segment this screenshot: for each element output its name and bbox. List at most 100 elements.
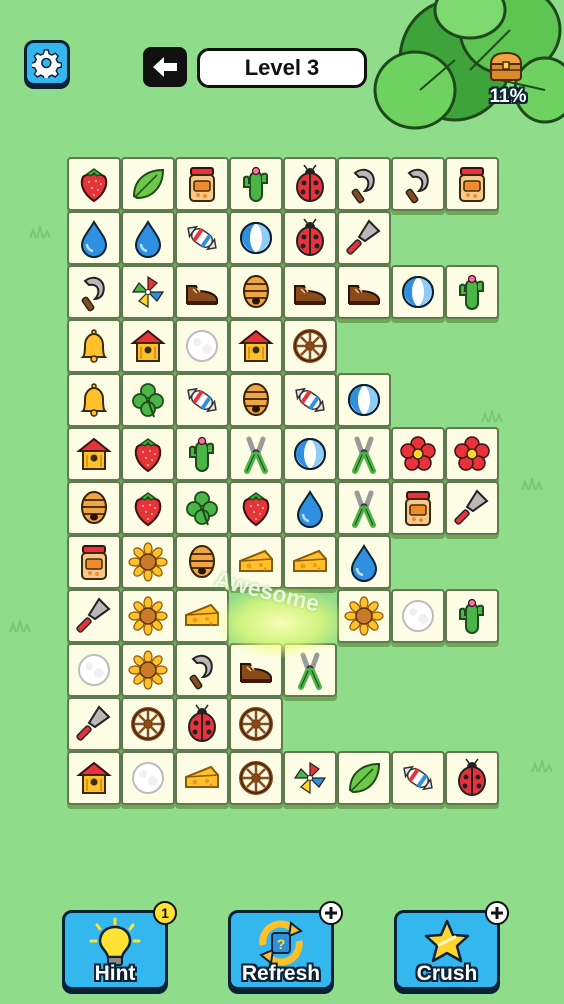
tile-beehive[interactable]	[229, 265, 283, 319]
beehive-icon	[80, 490, 108, 525]
tile-pliers[interactable]	[337, 481, 391, 535]
tile-shoe[interactable]	[229, 643, 283, 697]
tile-jar[interactable]	[67, 535, 121, 589]
tile-beach-ball[interactable]	[391, 265, 445, 319]
tile-wagon-wheel[interactable]	[121, 697, 175, 751]
beehive-icon	[242, 274, 270, 309]
tile-candy[interactable]	[391, 751, 445, 805]
tile-trowel[interactable]	[445, 481, 499, 535]
tile-sickle[interactable]	[391, 157, 445, 211]
tile-ladybug[interactable]	[445, 751, 499, 805]
leaf-icon	[348, 762, 381, 794]
tile-sickle[interactable]	[67, 265, 121, 319]
tile-cotton-ball[interactable]	[391, 589, 445, 643]
tile-water-drop[interactable]	[121, 211, 175, 265]
tile-birdhouse[interactable]	[67, 427, 121, 481]
tile-cotton-ball[interactable]	[175, 319, 229, 373]
tile-strawberry[interactable]	[121, 481, 175, 535]
tile-wagon-wheel[interactable]	[229, 697, 283, 751]
crush-add-icon[interactable]	[485, 901, 509, 925]
tile-beehive[interactable]	[175, 535, 229, 589]
tile-water-drop[interactable]	[283, 481, 337, 535]
tile-sickle[interactable]	[175, 643, 229, 697]
tile-cotton-ball[interactable]	[121, 751, 175, 805]
tile-beehive[interactable]	[67, 481, 121, 535]
tile-clover[interactable]	[121, 373, 175, 427]
tile-flower[interactable]	[391, 427, 445, 481]
tile-ladybug[interactable]	[175, 697, 229, 751]
grass-tuft	[481, 410, 503, 422]
tile-jar[interactable]	[391, 481, 445, 535]
tile-sunflower[interactable]	[121, 643, 175, 697]
tile-cheese[interactable]	[175, 589, 229, 643]
tile-ladybug[interactable]	[283, 157, 337, 211]
tile-beach-ball[interactable]	[283, 427, 337, 481]
tile-cactus[interactable]	[445, 265, 499, 319]
tile-cactus[interactable]	[445, 589, 499, 643]
tile-leaf[interactable]	[121, 157, 175, 211]
tile-beach-ball[interactable]	[229, 211, 283, 265]
tile-bell[interactable]	[67, 373, 121, 427]
cheese-icon	[185, 765, 219, 788]
tile-wagon-wheel[interactable]	[283, 319, 337, 373]
refresh-add-icon[interactable]	[319, 901, 343, 925]
tile-sunflower[interactable]	[121, 535, 175, 589]
settings-button[interactable]	[24, 40, 70, 86]
tile-trowel[interactable]	[337, 211, 391, 265]
tile-cheese[interactable]	[175, 751, 229, 805]
beehive-icon	[188, 544, 216, 579]
cotton-ball-icon	[186, 330, 218, 362]
hint-button[interactable]: Hint 1	[62, 901, 177, 990]
tile-cactus[interactable]	[175, 427, 229, 481]
trowel-icon	[76, 705, 111, 741]
tile-strawberry[interactable]	[121, 427, 175, 481]
tile-sunflower[interactable]	[121, 589, 175, 643]
treasure-chest-icon[interactable]	[488, 50, 524, 82]
tile-sunflower[interactable]	[337, 589, 391, 643]
tile-birdhouse[interactable]	[67, 751, 121, 805]
tile-candy[interactable]	[175, 211, 229, 265]
tile-cheese[interactable]	[283, 535, 337, 589]
tile-shoe[interactable]	[175, 265, 229, 319]
candy-icon	[187, 387, 217, 413]
shoe-icon	[186, 285, 218, 305]
tile-pliers[interactable]	[283, 643, 337, 697]
tile-sickle[interactable]	[337, 157, 391, 211]
sunflower-icon	[128, 650, 168, 690]
ladybug-icon	[188, 704, 216, 742]
tile-pinwheel[interactable]	[283, 751, 337, 805]
tile-jar[interactable]	[445, 157, 499, 211]
tile-pliers[interactable]	[229, 427, 283, 481]
tile-water-drop[interactable]	[337, 535, 391, 589]
tile-strawberry[interactable]	[229, 481, 283, 535]
tile-bell[interactable]	[67, 319, 121, 373]
tile-beach-ball[interactable]	[337, 373, 391, 427]
crush-button[interactable]: Crush	[394, 901, 509, 990]
refresh-button[interactable]: ? Refresh	[228, 901, 343, 990]
tile-ladybug[interactable]	[283, 211, 337, 265]
tile-wagon-wheel[interactable]	[229, 751, 283, 805]
tile-flower[interactable]	[445, 427, 499, 481]
tile-pinwheel[interactable]	[121, 265, 175, 319]
tile-strawberry[interactable]	[67, 157, 121, 211]
tile-cheese[interactable]	[229, 535, 283, 589]
tile-shoe[interactable]	[337, 265, 391, 319]
tile-water-drop[interactable]	[67, 211, 121, 265]
tile-beehive[interactable]	[229, 373, 283, 427]
tile-empty	[283, 589, 337, 643]
tile-birdhouse[interactable]	[229, 319, 283, 373]
tile-cotton-ball[interactable]	[67, 643, 121, 697]
tile-jar[interactable]	[175, 157, 229, 211]
tile-cactus[interactable]	[229, 157, 283, 211]
tile-birdhouse[interactable]	[121, 319, 175, 373]
tile-pliers[interactable]	[337, 427, 391, 481]
cactus-icon	[459, 274, 484, 310]
tile-candy[interactable]	[175, 373, 229, 427]
tile-leaf[interactable]	[337, 751, 391, 805]
tile-trowel[interactable]	[67, 697, 121, 751]
tile-shoe[interactable]	[283, 265, 337, 319]
back-button[interactable]	[143, 47, 187, 87]
tile-trowel[interactable]	[67, 589, 121, 643]
tile-clover[interactable]	[175, 481, 229, 535]
tile-candy[interactable]	[283, 373, 337, 427]
